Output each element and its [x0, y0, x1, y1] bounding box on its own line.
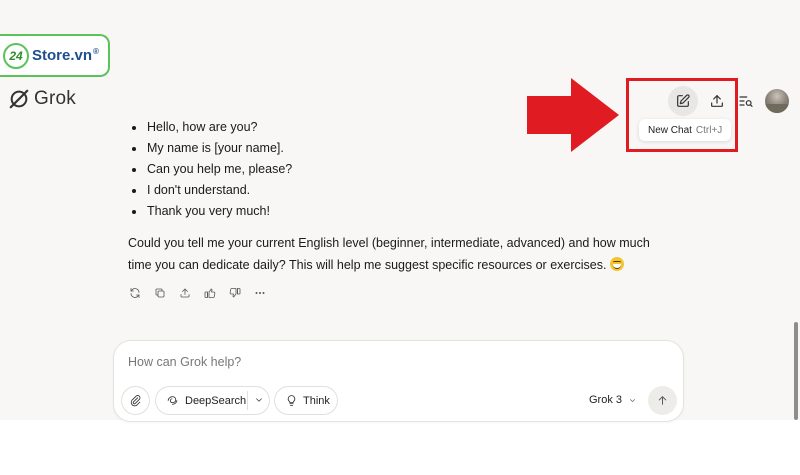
copy-icon — [155, 288, 164, 297]
deepsearch-divider — [247, 391, 248, 410]
like-button[interactable] — [203, 286, 216, 299]
copy-button[interactable] — [153, 286, 166, 299]
arrow-up-icon — [658, 396, 667, 405]
think-label: Think — [303, 394, 330, 407]
assistant-message: Hello, how are you? My name is [your nam… — [128, 117, 688, 276]
deepsearch-button[interactable]: DeepSearch — [155, 386, 270, 415]
prompt-input[interactable] — [128, 355, 648, 369]
thumbs-up-icon — [204, 288, 215, 298]
more-options-button[interactable] — [253, 286, 266, 299]
list-item: Can you help me, please? — [128, 159, 688, 180]
upload-icon — [180, 288, 189, 297]
list-item: My name is [your name]. — [128, 138, 688, 159]
list-item: Thank you very much! — [128, 201, 688, 222]
chevron-down-icon — [630, 398, 635, 402]
share-message-button[interactable] — [178, 286, 191, 299]
scrollbar[interactable] — [794, 322, 798, 420]
list-item: I don't understand. — [128, 180, 688, 201]
prompt-composer: DeepSearch Think Grok 3 — [113, 340, 684, 422]
page-margin — [0, 420, 800, 475]
phrase-list: Hello, how are you? My name is [your nam… — [128, 117, 688, 222]
grok-logo[interactable]: Grok — [8, 88, 76, 110]
store-name: Store.vn® — [32, 47, 99, 64]
thumbs-down-icon — [229, 287, 240, 297]
refresh-icon — [130, 287, 139, 298]
dislike-button[interactable] — [228, 286, 241, 299]
store-badge-number: 24 — [3, 42, 29, 69]
list-item: Hello, how are you? — [128, 117, 688, 138]
send-button[interactable] — [648, 386, 677, 415]
lightbulb-icon — [287, 395, 296, 406]
deepsearch-icon — [167, 396, 178, 405]
paperclip-icon — [130, 395, 141, 407]
model-selector[interactable]: Grok 3 — [589, 394, 637, 406]
history-search-icon — [739, 96, 753, 107]
model-label: Grok 3 — [589, 394, 623, 406]
more-horizontal-icon — [254, 291, 264, 294]
user-avatar[interactable] — [765, 89, 789, 113]
grinning-emoji-icon — [609, 256, 624, 271]
think-button[interactable]: Think — [274, 386, 338, 415]
message-actions — [128, 286, 278, 299]
regenerate-button[interactable] — [128, 286, 141, 299]
attach-button[interactable] — [121, 386, 150, 415]
store-watermark: 24 Store.vn® — [0, 34, 110, 77]
deepsearch-label: DeepSearch — [185, 394, 247, 407]
message-paragraph: Could you tell me your current English l… — [128, 236, 650, 272]
grok-logo-icon — [9, 89, 29, 109]
grok-wordmark: Grok — [34, 88, 76, 109]
chevron-down-icon[interactable] — [254, 395, 264, 405]
